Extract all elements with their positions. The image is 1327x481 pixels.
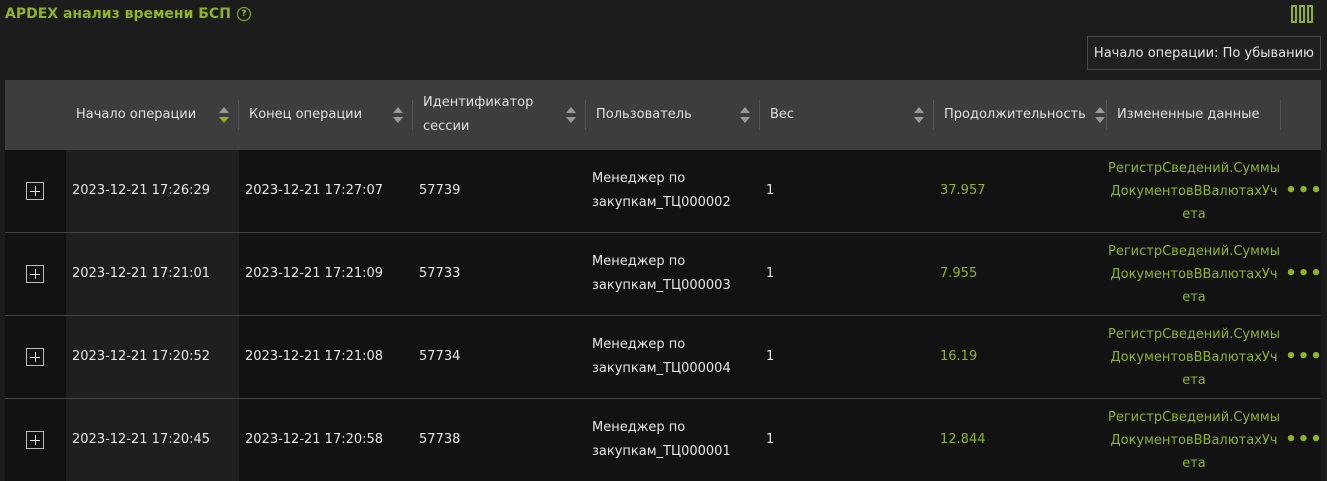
sort-arrows-icon[interactable] [219, 107, 229, 123]
column-header-label: Измененные данные [1117, 107, 1260, 122]
expand-row-icon[interactable] [26, 265, 44, 283]
expand-row-icon[interactable] [26, 182, 44, 200]
cell-session: 57733 [419, 266, 461, 281]
cell-user: Менеджер по закупкам_ТЦ000001 [592, 420, 731, 459]
cell-start: 2023-12-21 17:26:29 [66, 150, 239, 232]
column-header-label: Продолжительность [944, 107, 1086, 122]
page-title: APDEX анализ времени БСП ? [5, 6, 251, 22]
cell-session: 57734 [419, 349, 461, 364]
cell-user: Менеджер по закупкам_ТЦ000002 [592, 171, 731, 210]
cell-session: 57739 [419, 183, 461, 198]
table-header: Начало операции Конец операции Идентифик… [5, 80, 1321, 150]
sort-arrows-icon[interactable] [1095, 107, 1105, 123]
sort-arrows-icon[interactable] [566, 107, 576, 123]
cell-end: 2023-12-21 17:21:08 [245, 349, 384, 364]
expand-row-icon[interactable] [26, 431, 44, 449]
cell-weight: 1 [766, 432, 775, 447]
column-header-user[interactable]: Пользователь [586, 80, 760, 150]
column-settings-icon[interactable] [1291, 5, 1313, 23]
column-header-end[interactable]: Конец операции [239, 80, 413, 150]
table-row: 2023-12-21 17:26:29 2023-12-21 17:27:07 … [5, 150, 1322, 232]
sort-arrows-icon[interactable] [914, 107, 924, 123]
cell-start: 2023-12-21 17:21:01 [66, 233, 239, 315]
cell-end: 2023-12-21 17:27:07 [245, 183, 384, 198]
expand-row-icon[interactable] [26, 348, 44, 366]
cell-changed-data[interactable]: РегистрСведений.СуммыДокументовВВалютахУ… [1107, 399, 1281, 481]
cell-duration: 37.957 [940, 183, 986, 198]
sort-arrows-icon[interactable] [393, 107, 403, 123]
cell-start: 2023-12-21 17:20:45 [66, 399, 239, 481]
cell-weight: 1 [766, 349, 775, 364]
column-header-label: Конец операции [249, 107, 363, 122]
table-row: 2023-12-21 17:20:45 2023-12-21 17:20:58 … [5, 398, 1322, 481]
more-options-icon[interactable]: ••• [1281, 233, 1322, 315]
operations-table: Начало операции Конец операции Идентифик… [5, 80, 1322, 481]
table-row: 2023-12-21 17:20:52 2023-12-21 17:21:08 … [5, 315, 1322, 398]
table-row: 2023-12-21 17:21:01 2023-12-21 17:21:09 … [5, 232, 1322, 315]
header-expand-column [5, 80, 66, 150]
column-header-label: Начало операции [76, 107, 197, 122]
cell-changed-data[interactable]: РегистрСведений.СуммыДокументовВВалютахУ… [1107, 316, 1281, 398]
more-options-icon[interactable]: ••• [1281, 399, 1322, 481]
cell-changed-data[interactable]: РегистрСведений.СуммыДокументовВВалютахУ… [1107, 233, 1281, 315]
cell-user: Менеджер по закупкам_ТЦ000004 [592, 337, 731, 376]
cell-duration: 16.19 [940, 349, 978, 364]
more-options-icon[interactable]: ••• [1281, 150, 1322, 232]
cell-end: 2023-12-21 17:21:09 [245, 266, 384, 281]
cell-weight: 1 [766, 183, 775, 198]
column-header-duration[interactable]: Продолжительность [934, 80, 1107, 150]
column-header-session[interactable]: Идентификатор сессии [413, 80, 586, 150]
sort-indicator-badge[interactable]: Начало операции: По убыванию [1086, 36, 1321, 70]
cell-session: 57738 [419, 432, 461, 447]
cell-user: Менеджер по закупкам_ТЦ000003 [592, 254, 731, 293]
cell-duration: 12.844 [940, 432, 986, 447]
cell-weight: 1 [766, 266, 775, 281]
cell-changed-data[interactable]: РегистрСведений.СуммыДокументовВВалютахУ… [1107, 150, 1281, 232]
column-header-label: Вес [770, 107, 795, 122]
sort-arrows-icon[interactable] [740, 107, 750, 123]
column-header-changed: Измененные данные [1107, 80, 1281, 150]
table-body: 2023-12-21 17:26:29 2023-12-21 17:27:07 … [5, 150, 1322, 481]
page-title-text: APDEX анализ времени БСП [5, 6, 231, 22]
cell-start: 2023-12-21 17:20:52 [66, 316, 239, 398]
column-header-start[interactable]: Начало операции [66, 80, 239, 150]
header-actions-column [1281, 80, 1321, 150]
column-header-label: Идентификатор сессии [423, 95, 534, 134]
column-header-weight[interactable]: Вес [760, 80, 934, 150]
help-icon[interactable]: ? [236, 7, 251, 21]
column-header-label: Пользователь [596, 107, 692, 122]
cell-duration: 7.955 [940, 266, 978, 281]
cell-end: 2023-12-21 17:20:58 [245, 432, 384, 447]
more-options-icon[interactable]: ••• [1281, 316, 1322, 398]
